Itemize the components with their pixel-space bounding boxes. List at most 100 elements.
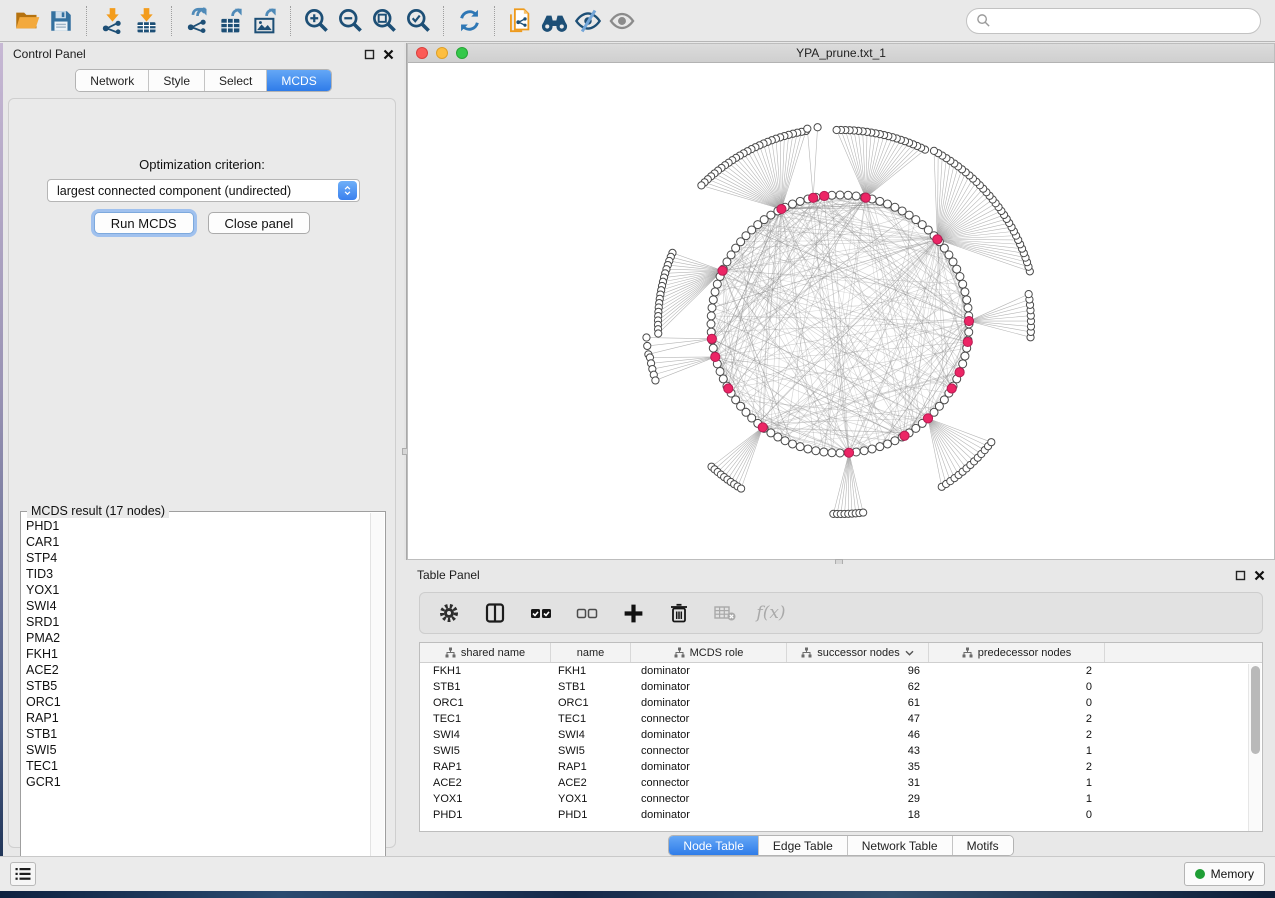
mcds-result-item[interactable]: PMA2 <box>26 630 385 646</box>
mcds-result-item[interactable]: FKH1 <box>26 646 385 662</box>
cell-successor_nodes[interactable]: 96 <box>787 663 929 679</box>
cell-shared_name[interactable]: TEC1 <box>420 711 551 727</box>
open-network-button[interactable] <box>10 4 44 38</box>
zoom-out-button[interactable] <box>333 4 367 38</box>
import-network-button[interactable] <box>95 4 129 38</box>
float-panel-icon[interactable] <box>364 49 375 60</box>
tab-select[interactable]: Select <box>205 70 267 91</box>
delete-table-button[interactable] <box>712 600 738 626</box>
export-network-button[interactable] <box>180 4 214 38</box>
cell-shared_name[interactable]: ACE2 <box>420 775 551 791</box>
column-header-predecessor-nodes[interactable]: predecessor nodes <box>929 643 1105 662</box>
tab-node-table[interactable]: Node Table <box>669 836 759 855</box>
cell-shared_name[interactable]: SWI5 <box>420 743 551 759</box>
column-header-name[interactable]: name <box>551 643 631 662</box>
cell-successor_nodes[interactable]: 35 <box>787 759 929 775</box>
refresh-button[interactable] <box>452 4 486 38</box>
zoom-selected-button[interactable] <box>401 4 435 38</box>
mcds-result-item[interactable]: TID3 <box>26 566 385 582</box>
cell-successor_nodes[interactable]: 29 <box>787 791 929 807</box>
mcds-result-item[interactable]: TEC1 <box>26 758 385 774</box>
cell-name[interactable]: TEC1 <box>551 711 631 727</box>
column-header-successor-nodes[interactable]: successor nodes <box>787 643 929 662</box>
network-canvas[interactable] <box>408 63 1274 559</box>
cell-mcds_role[interactable]: dominator <box>631 695 787 711</box>
preview-eye-button[interactable] <box>605 4 639 38</box>
select-all-button[interactable] <box>528 600 554 626</box>
table-row[interactable]: RAP1RAP1dominator352 <box>420 759 1262 775</box>
delete-column-button[interactable] <box>666 600 692 626</box>
tab-network[interactable]: Network <box>76 70 149 91</box>
show-columns-button[interactable] <box>482 600 508 626</box>
cell-mcds_role[interactable]: connector <box>631 775 787 791</box>
column-header-shared-name[interactable]: shared name <box>420 643 551 662</box>
cell-name[interactable]: SWI5 <box>551 743 631 759</box>
column-header-MCDS-role[interactable]: MCDS role <box>631 643 787 662</box>
cell-name[interactable]: STB1 <box>551 679 631 695</box>
scrollbar-thumb[interactable] <box>1251 666 1260 754</box>
cell-shared_name[interactable]: RAP1 <box>420 759 551 775</box>
table-row[interactable]: FKH1FKH1dominator962 <box>420 663 1262 679</box>
cell-predecessor_nodes[interactable]: 2 <box>929 663 1105 679</box>
cell-name[interactable]: ACE2 <box>551 775 631 791</box>
cell-name[interactable]: ORC1 <box>551 695 631 711</box>
search-input[interactable] <box>996 14 1251 28</box>
cell-shared_name[interactable]: ORC1 <box>420 695 551 711</box>
cell-name[interactable]: SWI4 <box>551 727 631 743</box>
table-row[interactable]: TEC1TEC1connector472 <box>420 711 1262 727</box>
cell-name[interactable]: RAP1 <box>551 759 631 775</box>
tab-motifs[interactable]: Motifs <box>953 836 1013 855</box>
hide-unhide-button[interactable] <box>571 4 605 38</box>
cell-successor_nodes[interactable]: 18 <box>787 807 929 823</box>
mcds-result-item[interactable]: STB5 <box>26 678 385 694</box>
cell-shared_name[interactable]: FKH1 <box>420 663 551 679</box>
table-row[interactable]: PHD1PHD1dominator180 <box>420 807 1262 823</box>
deselect-all-button[interactable] <box>574 600 600 626</box>
create-column-button[interactable] <box>620 600 646 626</box>
cell-successor_nodes[interactable]: 43 <box>787 743 929 759</box>
cell-predecessor_nodes[interactable]: 1 <box>929 775 1105 791</box>
cell-successor_nodes[interactable]: 31 <box>787 775 929 791</box>
mcds-result-item[interactable]: SWI4 <box>26 598 385 614</box>
mcds-result-item[interactable]: ACE2 <box>26 662 385 678</box>
table-settings-button[interactable] <box>436 600 462 626</box>
mcds-result-item[interactable]: PHD1 <box>26 518 385 534</box>
export-image-button[interactable] <box>248 4 282 38</box>
cell-predecessor_nodes[interactable]: 0 <box>929 679 1105 695</box>
memory-button[interactable]: Memory <box>1184 862 1265 886</box>
close-panel-button[interactable]: Close panel <box>208 212 311 234</box>
cell-predecessor_nodes[interactable]: 1 <box>929 791 1105 807</box>
cell-successor_nodes[interactable]: 47 <box>787 711 929 727</box>
cell-mcds_role[interactable]: connector <box>631 711 787 727</box>
cell-mcds_role[interactable]: dominator <box>631 663 787 679</box>
mcds-result-item[interactable]: SWI5 <box>26 742 385 758</box>
cell-mcds_role[interactable]: dominator <box>631 679 787 695</box>
table-row[interactable]: ORC1ORC1dominator610 <box>420 695 1262 711</box>
mcds-result-item[interactable]: RAP1 <box>26 710 385 726</box>
zoom-fit-button[interactable] <box>367 4 401 38</box>
cell-mcds_role[interactable]: connector <box>631 791 787 807</box>
cell-shared_name[interactable]: SWI4 <box>420 727 551 743</box>
mcds-result-item[interactable]: GCR1 <box>26 774 385 790</box>
tab-network-table[interactable]: Network Table <box>848 836 953 855</box>
close-panel-icon[interactable] <box>1254 570 1265 581</box>
cell-shared_name[interactable]: PHD1 <box>420 807 551 823</box>
cell-predecessor_nodes[interactable]: 2 <box>929 759 1105 775</box>
tab-style[interactable]: Style <box>149 70 205 91</box>
import-table-button[interactable] <box>129 4 163 38</box>
cell-shared_name[interactable]: STB1 <box>420 679 551 695</box>
cell-predecessor_nodes[interactable]: 2 <box>929 711 1105 727</box>
zoom-in-button[interactable] <box>299 4 333 38</box>
cell-successor_nodes[interactable]: 61 <box>787 695 929 711</box>
cell-predecessor_nodes[interactable]: 1 <box>929 743 1105 759</box>
share-document-button[interactable] <box>503 4 537 38</box>
table-scrollbar[interactable] <box>1248 664 1261 831</box>
apply-function-button[interactable]: f(x) <box>758 600 784 626</box>
cell-mcds_role[interactable]: dominator <box>631 727 787 743</box>
mcds-result-item[interactable]: YOX1 <box>26 582 385 598</box>
find-button[interactable] <box>537 4 571 38</box>
cell-name[interactable]: PHD1 <box>551 807 631 823</box>
close-panel-icon[interactable] <box>383 49 394 60</box>
task-history-button[interactable] <box>10 862 36 886</box>
cell-predecessor_nodes[interactable]: 0 <box>929 807 1105 823</box>
